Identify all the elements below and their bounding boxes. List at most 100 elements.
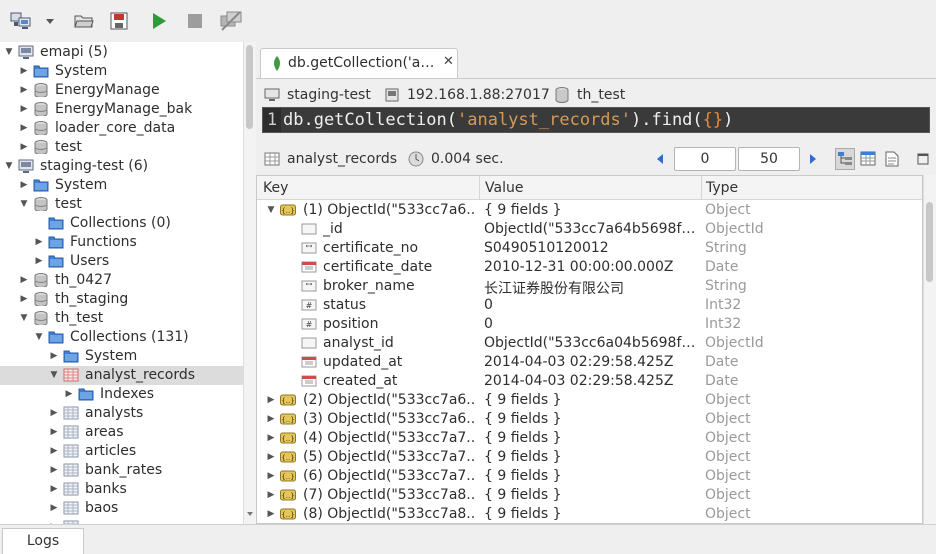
document-row[interactable]: ▶ {..} (4) ObjectId("533cc7a7... { 9 fields… xyxy=(257,429,922,448)
tree-node[interactable]: ▼ th_test xyxy=(0,309,243,328)
document-row[interactable]: ▶ {..} (3) ObjectId("533cc7a6... { 9 fields… xyxy=(257,410,922,429)
tree-node[interactable]: ▶ areas xyxy=(0,423,243,442)
query-editor[interactable]: 1 db.getCollection('analyst_records').fi… xyxy=(262,107,930,133)
expand-arrow-icon[interactable]: ▶ xyxy=(49,446,59,456)
sidebar-scroll-down-arrow[interactable] xyxy=(247,512,253,516)
table-view-button[interactable] xyxy=(859,149,877,169)
document-row[interactable]: ▼ {..} (1) ObjectId("533cc7a6... { 9 fields… xyxy=(257,201,922,220)
tree-node[interactable]: ▶ Indexes xyxy=(0,385,243,404)
expand-arrow-icon[interactable]: ▶ xyxy=(266,433,276,443)
tab-query[interactable]: db.getCollection('analyst_records').find… xyxy=(260,48,458,78)
text-view-button[interactable] xyxy=(883,149,901,169)
expand-arrow-icon[interactable]: ▶ xyxy=(19,123,29,133)
tree-node[interactable]: ▼ staging-test (6) xyxy=(0,157,243,176)
document-row[interactable]: ▶ {..} (5) ObjectId("533cc7a7... { 9 fields… xyxy=(257,448,922,467)
collapse-arrow-icon[interactable]: ▼ xyxy=(266,205,276,215)
tree-node[interactable]: ▼ Collections (131) xyxy=(0,328,243,347)
tree-node[interactable]: ▶ bank_rates xyxy=(0,461,243,480)
tree-node[interactable]: ▼ emapi (5) xyxy=(0,43,243,62)
results-tree-grid[interactable]: Key Value Type ▼ {..} (1) ObjectId("533cc7… xyxy=(256,175,923,524)
open-button[interactable] xyxy=(71,8,97,34)
tree-node[interactable]: ▶ banks xyxy=(0,480,243,499)
expand-arrow-icon[interactable]: ▶ xyxy=(266,395,276,405)
tree-node[interactable]: ▶ Users xyxy=(0,252,243,271)
tree-node[interactable]: ▶ System xyxy=(0,62,243,81)
stop-button[interactable] xyxy=(182,8,208,34)
tree-node[interactable]: ▶ th_0427 xyxy=(0,271,243,290)
tree-node[interactable]: ▶ th_staging xyxy=(0,290,243,309)
query-code[interactable]: db.getCollection('analyst_records').find… xyxy=(283,108,733,132)
collapse-arrow-icon[interactable]: ▼ xyxy=(19,199,29,209)
expand-arrow-icon[interactable]: ▶ xyxy=(19,180,29,190)
previous-page-icon[interactable] xyxy=(655,153,665,165)
tree-node[interactable]: ▶ System xyxy=(0,176,243,195)
column-divider[interactable] xyxy=(479,176,480,200)
column-header-key[interactable]: Key xyxy=(263,180,288,196)
expand-arrow-icon[interactable]: ▶ xyxy=(19,275,29,285)
field-row[interactable]: # status 0 Int32 xyxy=(257,296,922,315)
tree-node[interactable]: ▶ System xyxy=(0,347,243,366)
column-header-type[interactable]: Type xyxy=(706,180,738,196)
expand-arrow-icon[interactable]: ▶ xyxy=(266,471,276,481)
expand-arrow-icon[interactable]: ▶ xyxy=(49,484,59,494)
expand-arrow-icon[interactable]: ▶ xyxy=(19,294,29,304)
tree-node[interactable]: ▶ test xyxy=(0,138,243,157)
expand-arrow-icon[interactable]: ▶ xyxy=(266,490,276,500)
save-button[interactable] xyxy=(106,8,132,34)
tree-node[interactable]: ▶ loader_core_data xyxy=(0,119,243,138)
field-row[interactable]: analyst_id ObjectId("533cc6a04b5698f3... O… xyxy=(257,334,922,353)
field-row[interactable]: _id ObjectId("533cc7a64b5698f3... ObjectId xyxy=(257,220,922,239)
expand-arrow-icon[interactable]: ▶ xyxy=(49,503,59,513)
expand-arrow-icon[interactable]: ▶ xyxy=(49,427,59,437)
collapse-arrow-icon[interactable]: ▼ xyxy=(49,370,59,380)
expand-arrow-icon[interactable]: ▶ xyxy=(49,465,59,475)
close-icon[interactable]: ✕ xyxy=(443,54,454,69)
skip-input[interactable] xyxy=(674,147,736,171)
document-row[interactable]: ▶ {..} (6) ObjectId("533cc7a7... { 9 fields… xyxy=(257,467,922,486)
tree-node[interactable]: ▶ EnergyManage xyxy=(0,81,243,100)
connect-button[interactable] xyxy=(8,8,34,34)
tree-node[interactable]: ▶ analysts xyxy=(0,404,243,423)
collapse-arrow-icon[interactable]: ▼ xyxy=(4,161,14,171)
connection-tree[interactable]: ▼ emapi (5) ▶ System ▶ EnergyManage ▶ EnergyMan… xyxy=(0,42,243,524)
field-row[interactable]: "" broker_name 长江证券股份有限公司 String xyxy=(257,277,922,297)
expand-arrow-icon[interactable]: ▶ xyxy=(49,408,59,418)
expand-arrow-icon[interactable]: ▶ xyxy=(19,85,29,95)
expand-arrow-icon[interactable]: ▶ xyxy=(34,237,44,247)
expand-arrow-icon[interactable]: ▶ xyxy=(64,389,74,399)
execute-button[interactable] xyxy=(146,8,172,34)
field-row[interactable]: created_at 2014-04-03 02:29:58.425Z Date xyxy=(257,372,922,391)
expand-arrow-icon[interactable]: ▶ xyxy=(19,104,29,114)
sidebar-scrollbar-thumb[interactable] xyxy=(246,45,253,129)
expand-arrow-icon[interactable]: ▶ xyxy=(19,66,29,76)
tree-node[interactable]: ▶ Functions xyxy=(0,233,243,252)
expand-arrow-icon[interactable]: ▶ xyxy=(19,142,29,152)
tree-node[interactable]: ▶ articles xyxy=(0,442,243,461)
column-divider[interactable] xyxy=(701,176,702,200)
expand-arrow-icon[interactable]: ▶ xyxy=(34,256,44,266)
collapse-arrow-icon[interactable]: ▼ xyxy=(19,313,29,323)
connect-dropdown-button[interactable] xyxy=(42,8,58,34)
document-row[interactable]: ▶ {..} (2) ObjectId("533cc7a6... { 9 fields… xyxy=(257,391,922,410)
collapse-arrow-icon[interactable]: ▼ xyxy=(4,47,14,57)
column-header-value[interactable]: Value xyxy=(485,180,523,196)
logs-tab[interactable]: Logs xyxy=(2,528,84,554)
tree-view-button[interactable] xyxy=(835,148,855,170)
field-row[interactable]: updated_at 2014-04-03 02:29:58.425Z Date xyxy=(257,353,922,372)
collapse-arrow-icon[interactable]: ▼ xyxy=(34,332,44,342)
tree-node[interactable]: ▶ baos xyxy=(0,499,243,518)
tree-node[interactable]: Collections (0) xyxy=(0,214,243,233)
expand-arrow-icon[interactable]: ▶ xyxy=(266,414,276,424)
field-row[interactable]: "" certificate_no S0490510120012 String xyxy=(257,239,922,258)
maximize-button[interactable] xyxy=(914,149,932,169)
next-page-icon[interactable] xyxy=(808,153,818,165)
tree-node[interactable]: ▶ EnergyManage_bak xyxy=(0,100,243,119)
tree-node[interactable]: ▼ test xyxy=(0,195,243,214)
expand-arrow-icon[interactable]: ▶ xyxy=(266,452,276,462)
field-row[interactable]: # position 0 Int32 xyxy=(257,315,922,334)
grid-scrollbar-thumb[interactable] xyxy=(926,202,933,282)
expand-arrow-icon[interactable]: ▶ xyxy=(49,351,59,361)
document-row[interactable]: ▶ {..} (8) ObjectId("533cc7a8... { 9 fields… xyxy=(257,505,922,523)
expand-arrow-icon[interactable]: ▶ xyxy=(266,509,276,519)
disconnect-button[interactable] xyxy=(218,8,244,34)
